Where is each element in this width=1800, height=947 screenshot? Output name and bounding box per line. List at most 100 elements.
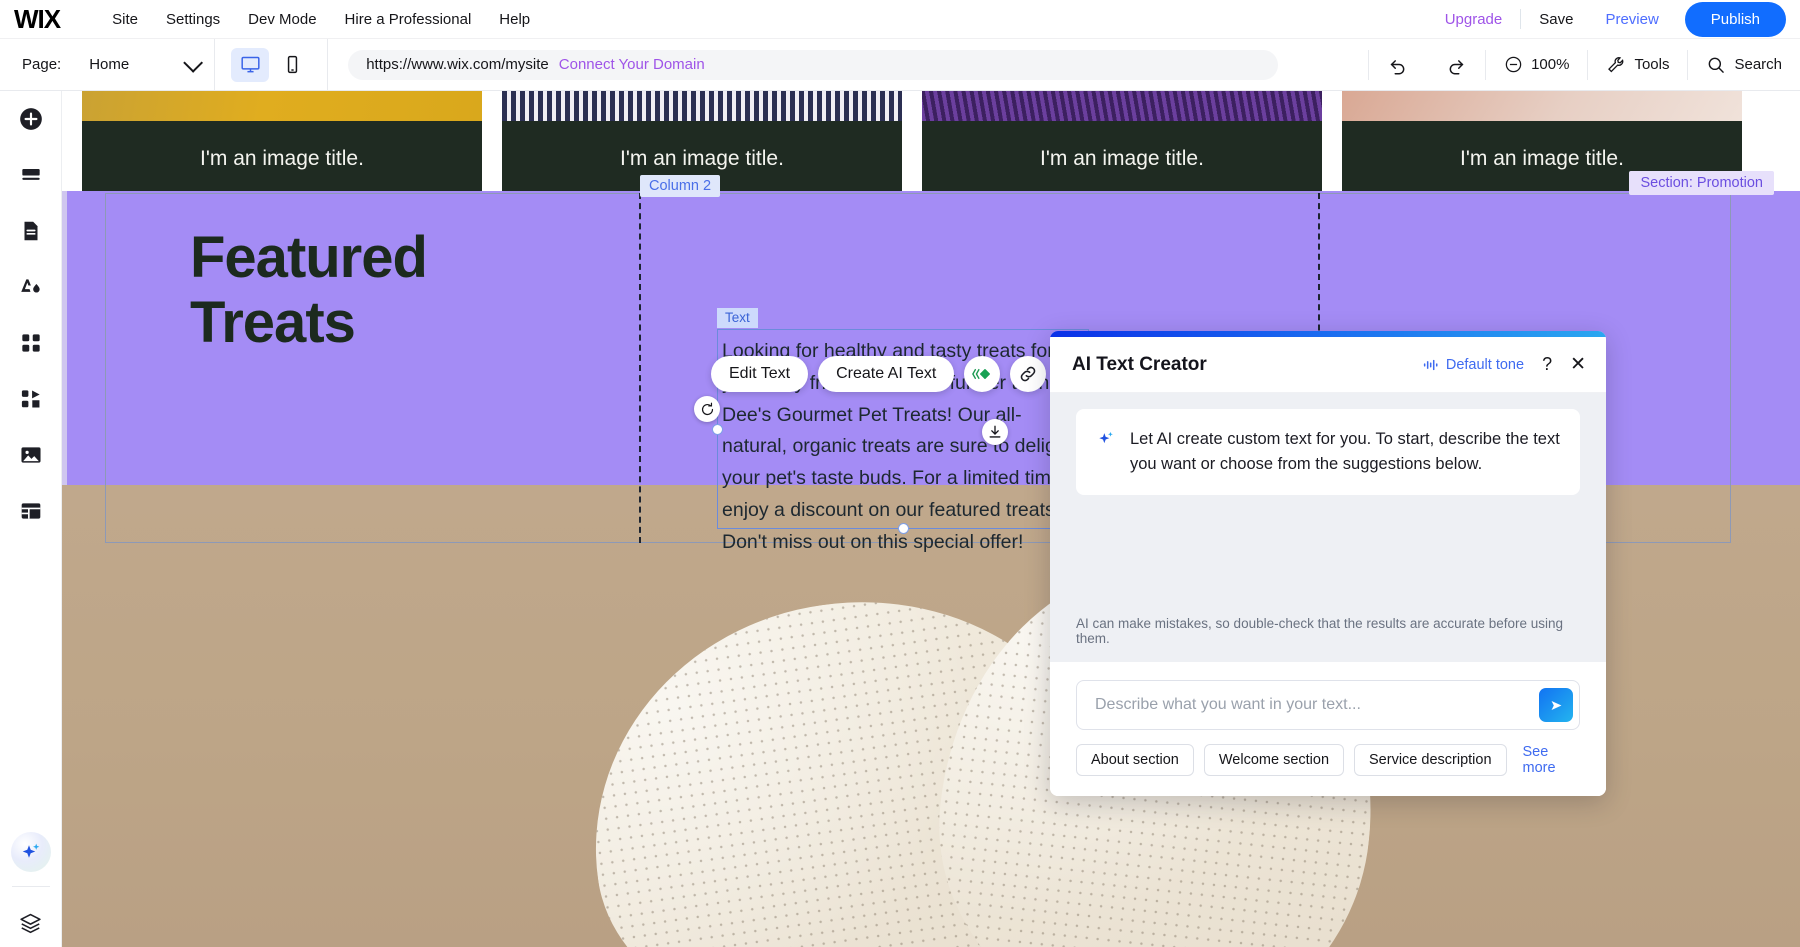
undo-button[interactable] xyxy=(1369,39,1427,91)
download-icon xyxy=(987,424,1003,440)
desktop-view-button[interactable] xyxy=(231,48,269,82)
sidebar-item-apps[interactable] xyxy=(0,315,62,371)
chip-service-description[interactable]: Service description xyxy=(1354,744,1507,776)
column-guide-left xyxy=(639,193,641,543)
theme-paint-icon xyxy=(18,274,44,300)
upgrade-link[interactable]: Upgrade xyxy=(1429,5,1519,34)
panel-close-button[interactable]: ✕ xyxy=(1570,353,1586,376)
tone-waveform-icon xyxy=(1423,358,1439,372)
chip-about-section[interactable]: About section xyxy=(1076,744,1194,776)
rotate-handle-button[interactable] xyxy=(694,396,720,422)
prompt-input[interactable] xyxy=(1095,696,1539,714)
tone-label: Default tone xyxy=(1446,357,1524,373)
page-title-line-1: Featured xyxy=(190,225,427,290)
divider xyxy=(12,886,50,887)
send-button[interactable] xyxy=(1539,688,1573,722)
sidebar-item-page-sections[interactable] xyxy=(0,203,62,259)
edit-text-button[interactable]: Edit Text xyxy=(711,356,808,392)
create-ai-text-button[interactable]: Create AI Text xyxy=(818,356,954,392)
divider xyxy=(214,39,215,91)
sidebar-item-site-design[interactable] xyxy=(0,259,62,315)
resize-handle-left[interactable] xyxy=(712,424,723,435)
tone-selector[interactable]: Default tone xyxy=(1423,357,1524,373)
link-button[interactable] xyxy=(1010,356,1046,392)
chip-welcome-section[interactable]: Welcome section xyxy=(1204,744,1344,776)
gallery-photo xyxy=(1342,91,1742,121)
section-label[interactable]: Section: Promotion xyxy=(1629,171,1774,195)
ai-disclaimer: AI can make mistakes, so double-check th… xyxy=(1076,616,1580,646)
prompt-input-wrapper[interactable] xyxy=(1076,680,1580,730)
viewport-toggle xyxy=(231,48,311,82)
tools-label: Tools xyxy=(1634,56,1669,73)
search-button[interactable]: Search xyxy=(1688,39,1800,91)
connect-domain-link[interactable]: Connect Your Domain xyxy=(559,56,705,73)
site-url-text: https://www.wix.com/mysite xyxy=(366,56,549,73)
resize-handle-bottom[interactable] xyxy=(898,523,909,534)
sidebar-item-site-menu-pages[interactable] xyxy=(0,147,62,203)
redo-icon xyxy=(1445,54,1467,76)
panel-title: AI Text Creator xyxy=(1072,354,1207,376)
sidebar-item-my-business[interactable] xyxy=(0,371,62,427)
rotate-handle-icon xyxy=(699,401,716,418)
top-menu-bar: WIX Site Settings Dev Mode Hire a Profes… xyxy=(0,0,1800,39)
panel-help-button[interactable]: ? xyxy=(1542,354,1552,375)
suggestion-chips: About section Welcome section Service de… xyxy=(1076,744,1580,776)
puzzle-icon xyxy=(18,386,44,412)
panel-body: Let AI create custom text for you. To st… xyxy=(1050,393,1606,662)
gallery-card[interactable]: I'm an image title. xyxy=(82,91,482,196)
sparkle-icon xyxy=(1096,429,1116,449)
gallery-photo xyxy=(82,91,482,121)
search-label: Search xyxy=(1734,56,1782,73)
sidebar-item-add-elements[interactable] xyxy=(0,91,62,147)
desktop-icon xyxy=(240,54,261,75)
wrench-icon xyxy=(1606,55,1626,75)
gallery-caption: I'm an image title. xyxy=(82,121,482,196)
wix-editor: WIX Site Settings Dev Mode Hire a Profes… xyxy=(0,0,1800,947)
sidebar-item-media[interactable] xyxy=(0,427,62,483)
save-button[interactable]: Save xyxy=(1523,5,1589,34)
gallery-caption-text: I'm an image title. xyxy=(200,147,364,171)
image-gallery[interactable]: I'm an image title. I'm an image title. … xyxy=(82,91,1752,196)
apps-grid-icon xyxy=(18,330,44,356)
toolbar-right-group: 100% Tools Search xyxy=(1368,39,1800,91)
menu-item-settings[interactable]: Settings xyxy=(152,5,234,34)
page-label: Page: xyxy=(22,56,61,73)
sidebar-item-ai-assistant[interactable] xyxy=(11,832,51,872)
animation-icon xyxy=(971,364,993,384)
link-icon xyxy=(1018,364,1038,384)
element-floating-toolbar: Edit Text Create AI Text xyxy=(711,356,1092,392)
menu-item-help[interactable]: Help xyxy=(485,5,544,34)
redo-button[interactable] xyxy=(1427,39,1485,91)
wix-logo[interactable]: WIX xyxy=(14,4,60,35)
page-selector[interactable]: Home xyxy=(89,56,129,73)
download-button[interactable] xyxy=(982,419,1008,445)
divider xyxy=(1520,9,1521,29)
gallery-caption-text: I'm an image title. xyxy=(620,147,784,171)
search-icon xyxy=(1706,55,1726,75)
tools-button[interactable]: Tools xyxy=(1588,39,1687,91)
site-url-bar[interactable]: https://www.wix.com/mysite Connect Your … xyxy=(348,50,1278,80)
sidebar-item-layers[interactable] xyxy=(0,899,62,947)
image-icon xyxy=(18,442,44,468)
animation-button[interactable] xyxy=(964,356,1000,392)
plus-circle-icon xyxy=(18,106,44,132)
page-title[interactable]: Featured Treats xyxy=(190,226,427,356)
menu-item-hire-a-professional[interactable]: Hire a Professional xyxy=(331,5,486,34)
divider xyxy=(327,39,328,91)
preview-button[interactable]: Preview xyxy=(1589,5,1674,34)
menu-item-dev-mode[interactable]: Dev Mode xyxy=(234,5,330,34)
ai-text-creator-panel[interactable]: AI Text Creator Default tone ? ✕ xyxy=(1050,331,1606,796)
zoom-control[interactable]: 100% xyxy=(1486,39,1587,91)
gallery-photo xyxy=(922,91,1322,121)
panel-header: AI Text Creator Default tone ? ✕ xyxy=(1050,337,1606,393)
menu-item-site[interactable]: Site xyxy=(98,5,152,34)
undo-icon xyxy=(1387,54,1409,76)
gallery-card[interactable]: I'm an image title. xyxy=(922,91,1322,196)
mobile-view-button[interactable] xyxy=(273,48,311,82)
see-more-link[interactable]: See more xyxy=(1523,744,1580,776)
publish-button[interactable]: Publish xyxy=(1685,2,1786,37)
sidebar-item-content-manager[interactable] xyxy=(0,483,62,539)
panel-header-actions: Default tone ? ✕ xyxy=(1423,353,1586,376)
column-label[interactable]: Column 2 xyxy=(640,175,720,197)
chevron-down-icon[interactable] xyxy=(183,52,203,72)
